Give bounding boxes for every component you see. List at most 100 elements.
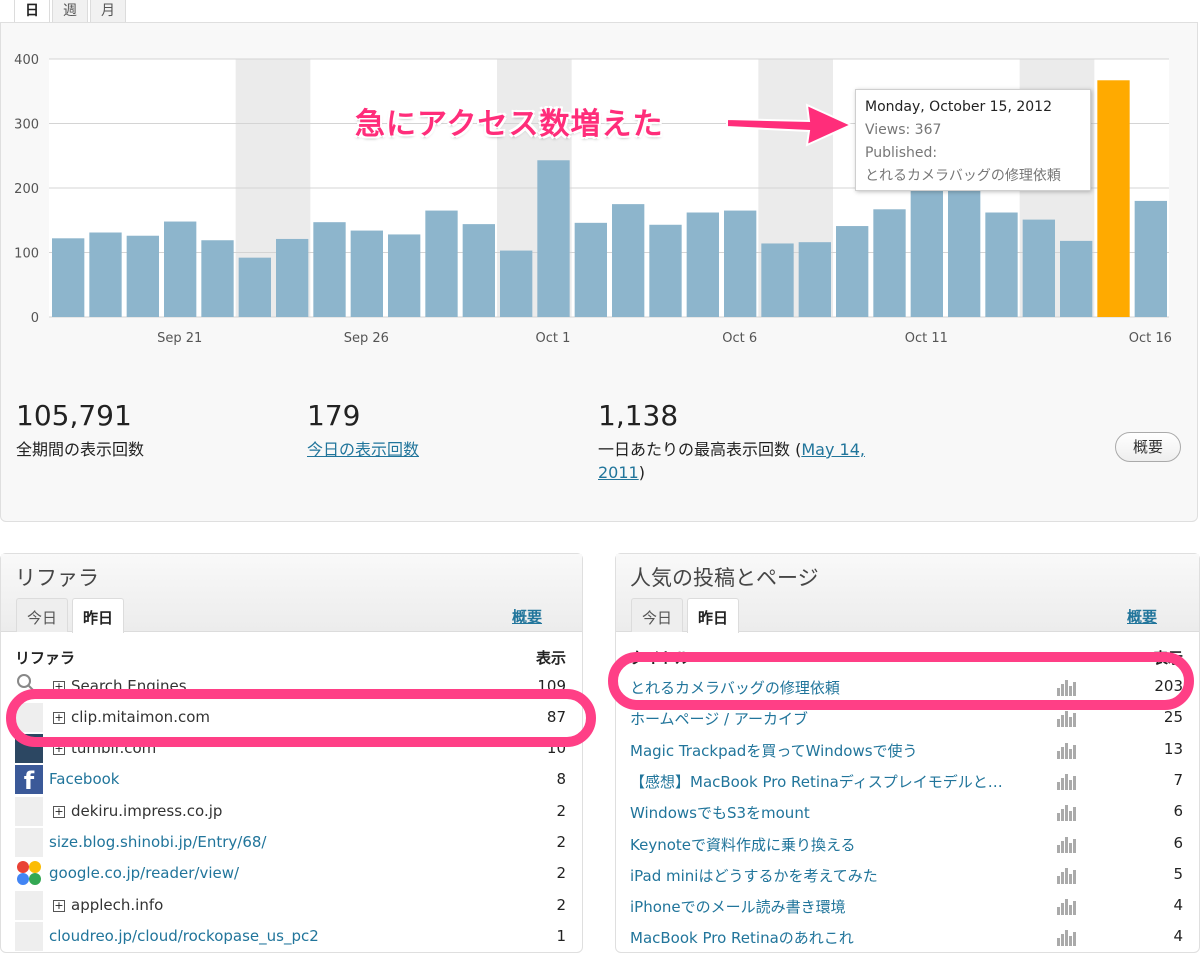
x-tick-label: Sep 26 [344,331,389,346]
post-title-link[interactable]: iPad miniはどうするかを考えてみた [630,865,878,886]
popular-summary-link[interactable]: 概要 [1127,606,1157,627]
x-tick-label: Oct 16 [1129,331,1172,346]
stats-mini-chart-icon[interactable] [1056,895,1080,916]
bar[interactable] [238,257,271,317]
post-title-link[interactable]: WindowsでもS3をmount [630,802,810,823]
bar[interactable] [500,250,533,317]
bar[interactable] [462,224,495,317]
list-item[interactable]: cloudreo.jp/cloud/rockopase_us_pc2 1 [1,922,582,953]
stats-mini-chart-icon[interactable] [1056,926,1080,947]
post-title-link[interactable]: iPhoneでのメール読み書き環境 [630,896,846,917]
referrers-col-name: リファラ [15,649,76,667]
list-item[interactable]: WindowsでもS3をmount 6 [616,797,1199,828]
bar[interactable] [1134,200,1167,317]
bar[interactable] [948,181,981,317]
referrer-name[interactable]: Facebook [49,770,119,788]
referrers-tab-today[interactable]: 今日 [16,598,69,632]
list-item[interactable]: iPhoneでのメール読み書き環境 4 [616,891,1199,922]
bar[interactable] [313,222,346,317]
list-item[interactable]: size.blog.shinobi.jp/Entry/68/ 2 [1,828,582,859]
bar[interactable] [1022,219,1055,317]
overview-button[interactable]: 概要 [1115,432,1181,462]
stats-mini-chart-icon[interactable] [1056,739,1080,759]
tab-month[interactable]: 月 [90,0,126,24]
referrers-summary-link[interactable]: 概要 [512,606,542,627]
bar[interactable] [910,189,943,317]
bar[interactable] [388,234,421,317]
stats-mini-chart-icon[interactable] [1056,864,1080,884]
stats-mini-chart-icon[interactable] [1056,801,1080,822]
highlighted-bar[interactable] [1097,80,1130,317]
views-bar-chart[interactable]: 0 100 200 300 400 Sep 21 Sep 26 Oct 1 Oct 6 Oct 1… [1,23,1199,363]
tab-day[interactable]: 日 [14,0,50,24]
list-item[interactable]: + applech.info 2 [1,891,582,922]
post-title-link[interactable]: Magic Trackpadを買ってWindowsで使う [630,740,918,761]
bar[interactable] [201,240,234,317]
x-tick-label: Oct 11 [905,331,948,346]
x-tick-label: Sep 21 [157,331,202,346]
list-item[interactable]: MacBook Pro Retinaのあれこれ 4 [616,922,1199,953]
highlight-outline [6,689,596,747]
post-count: 6 [1173,802,1183,821]
stat-best-close: ) [638,463,645,482]
referrers-col-views: 表示 [535,649,566,667]
bar[interactable] [425,210,458,317]
bar[interactable] [649,224,682,317]
referrer-name[interactable]: cloudreo.jp/cloud/rockopase_us_pc2 [49,927,319,945]
referrer-name[interactable]: size.blog.shinobi.jp/Entry/68/ [49,833,267,851]
list-item[interactable]: f Facebook 8 [1,765,582,796]
y-tick-label: 100 [14,247,39,262]
google-icon [15,859,43,888]
post-title-link[interactable]: MacBook Pro Retinaのあれこれ [630,927,854,948]
post-title-link[interactable]: ホームページ / アーカイブ [630,708,808,729]
list-item[interactable]: + dekiru.impress.co.jp 2 [1,797,582,828]
bar[interactable] [798,242,831,317]
stat-today-number: 179 [307,399,361,432]
bar[interactable] [126,235,159,317]
stats-mini-chart-icon[interactable] [1056,833,1080,853]
bar[interactable] [873,209,906,317]
bar[interactable] [724,210,757,317]
bar[interactable] [1060,240,1093,317]
y-tick-label: 200 [14,182,39,197]
bar[interactable] [836,226,869,317]
post-title-link[interactable]: Keynoteで資料作成に乗り換える [630,834,856,855]
stats-mini-chart-icon[interactable] [1056,707,1080,728]
expand-icon[interactable]: + [53,900,65,912]
expand-icon[interactable]: + [53,806,65,818]
post-title-link[interactable]: 【感想】MacBook Pro Retinaディスプレイモデルと… [630,771,1003,792]
stat-total: 105,791 全期間の表示回数 [16,399,144,461]
referrers-tab-yesterday[interactable]: 昨日 [72,598,125,633]
tab-week[interactable]: 週 [52,0,88,24]
popular-tab-yesterday[interactable]: 昨日 [687,598,740,633]
stat-best-date-link[interactable]: May 14, [801,440,865,459]
bar[interactable] [350,230,383,317]
bar[interactable] [89,232,122,317]
bar[interactable] [574,222,607,317]
views-chart-panel: 0 100 200 300 400 Sep 21 Sep 26 Oct 1 Oct 6 Oct 1… [0,22,1198,522]
list-item[interactable]: google.co.jp/reader/view/ 2 [1,859,582,890]
x-tick-label: Oct 6 [722,331,757,346]
bar[interactable] [761,243,794,317]
bar[interactable] [985,212,1018,317]
referrer-name[interactable]: google.co.jp/reader/view/ [49,864,239,882]
bar[interactable] [612,204,645,317]
bar[interactable] [686,212,719,317]
referrer-name: dekiru.impress.co.jp [71,802,223,820]
popular-tab-today[interactable]: 今日 [631,598,684,632]
referrers-title: リファラ [15,566,99,590]
list-item[interactable]: Keynoteで資料作成に乗り換える 6 [616,829,1199,860]
bar[interactable] [164,221,197,317]
stat-best-date-link-2[interactable]: 2011 [598,463,639,482]
list-item[interactable]: Magic Trackpadを買ってWindowsで使う 13 [616,735,1199,766]
y-tick-label: 300 [14,118,39,133]
referrer-count: 2 [556,802,566,820]
bar[interactable] [537,160,570,317]
list-item[interactable]: 【感想】MacBook Pro Retinaディスプレイモデルと… 7 [616,766,1199,797]
bar[interactable] [276,238,309,317]
bar[interactable] [52,238,85,317]
referrer-count: 1 [556,927,566,945]
list-item[interactable]: iPad miniはどうするかを考えてみた 5 [616,860,1199,891]
stat-today-link[interactable]: 今日の表示回数 [307,440,419,459]
stats-mini-chart-icon[interactable] [1056,770,1080,790]
